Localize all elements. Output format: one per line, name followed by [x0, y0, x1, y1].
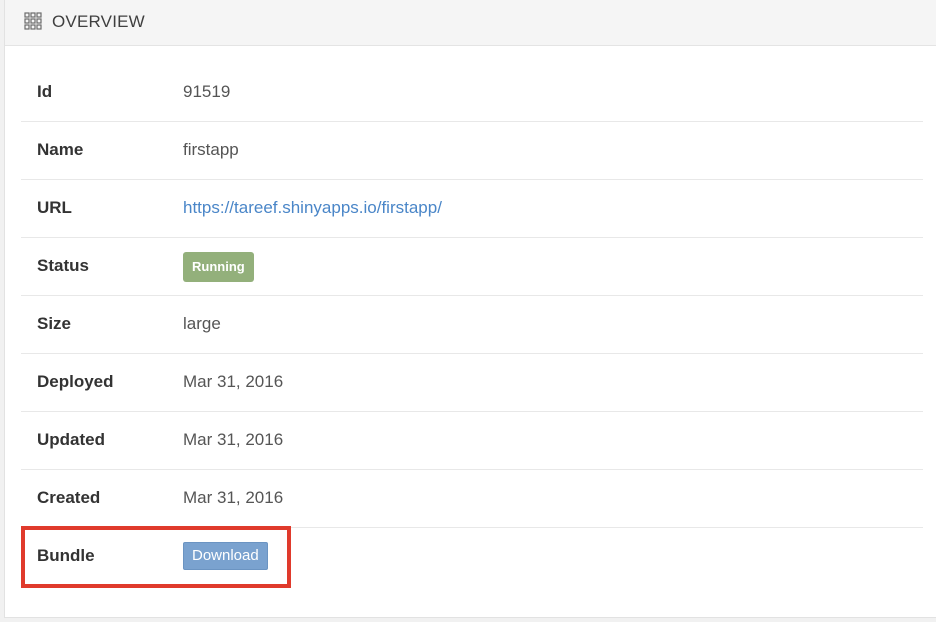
updated-label: Updated: [37, 430, 105, 449]
updated-value: Mar 31, 2016: [183, 430, 284, 449]
created-value: Mar 31, 2016: [183, 488, 284, 507]
row-created: Created Mar 31, 2016: [21, 470, 923, 528]
panel-title: OVERVIEW: [52, 12, 145, 31]
deployed-value: Mar 31, 2016: [183, 372, 284, 391]
row-updated: Updated Mar 31, 2016: [21, 412, 923, 470]
row-size: Size large: [21, 296, 923, 354]
id-label: Id: [37, 82, 53, 101]
panel-header: OVERVIEW: [5, 0, 936, 46]
grid-icon: [24, 12, 42, 30]
bundle-label: Bundle: [37, 546, 95, 565]
size-value: large: [183, 314, 221, 333]
url-label: URL: [37, 198, 72, 217]
download-button[interactable]: Download: [183, 542, 268, 570]
row-bundle: Bundle Download: [21, 528, 923, 586]
deployed-label: Deployed: [37, 372, 114, 391]
id-value: 91519: [183, 82, 231, 101]
name-label: Name: [37, 140, 84, 159]
name-value: firstapp: [183, 140, 239, 159]
app-url-link[interactable]: https://tareef.shinyapps.io/firstapp/: [183, 197, 442, 219]
size-label: Size: [37, 314, 72, 333]
row-id: Id 91519: [21, 64, 923, 122]
overview-panel: OVERVIEW Id 91519 Name firstapp URL http…: [4, 0, 936, 618]
row-url: URL https://tareef.shinyapps.io/firstapp…: [21, 180, 923, 238]
status-label: Status: [37, 256, 89, 275]
created-label: Created: [37, 488, 101, 507]
row-name: Name firstapp: [21, 122, 923, 180]
status-badge: Running: [183, 252, 254, 282]
row-status: Status Running: [21, 238, 923, 296]
row-deployed: Deployed Mar 31, 2016: [21, 354, 923, 412]
